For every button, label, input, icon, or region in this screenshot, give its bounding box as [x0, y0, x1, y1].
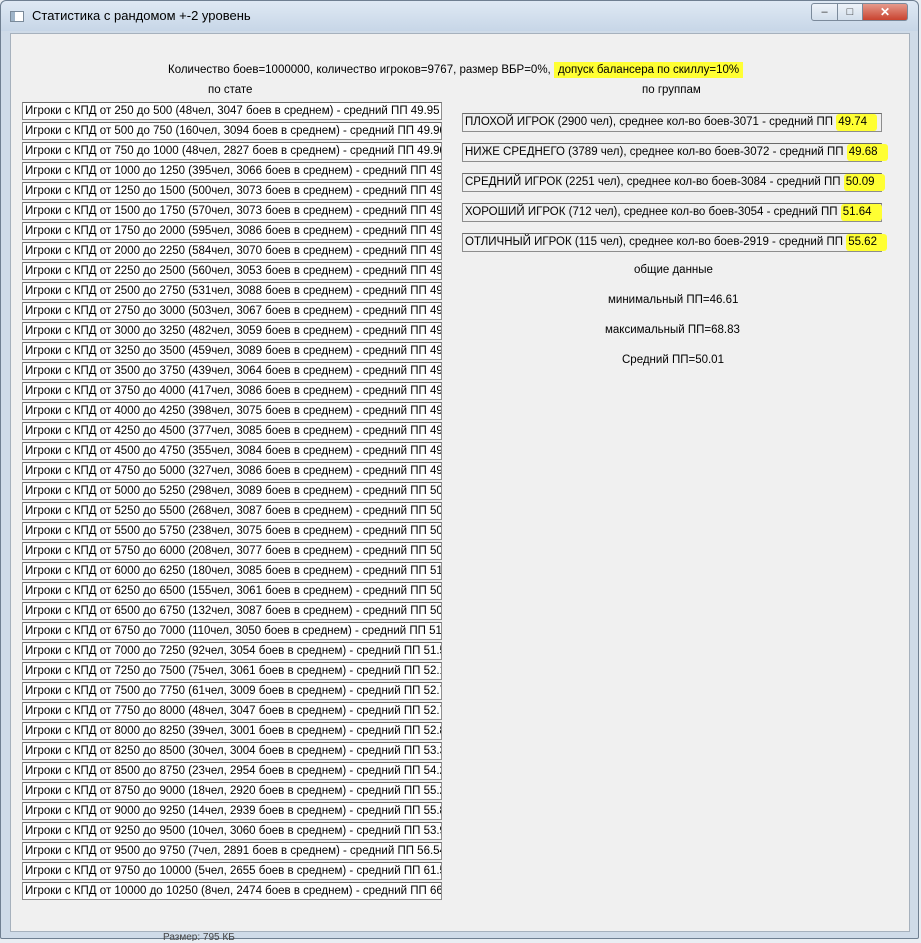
stats-row: Игроки с КПД от 6000 до 6250 (180чел, 30… [22, 562, 442, 580]
stats-row: Игроки с КПД от 750 до 1000 (48чел, 2827… [22, 142, 442, 160]
group-row: НИЖЕ СРЕДНЕГО (3789 чел), среднее кол-во… [462, 143, 888, 162]
stats-row: Игроки с КПД от 8750 до 9000 (18чел, 292… [22, 782, 442, 800]
background-file-size-text: Размер: 795 КБ [163, 932, 235, 941]
group-pp-value: 49.74 [836, 114, 877, 131]
stats-row: Игроки с КПД от 2250 до 2500 (560чел, 30… [22, 262, 442, 280]
left-column-label: по стате [208, 84, 253, 96]
stats-row: Игроки с КПД от 250 до 500 (48чел, 3047 … [22, 102, 442, 120]
group-text: ПЛОХОЙ ИГРОК (2900 чел), среднее кол-во … [465, 116, 837, 128]
stats-row: Игроки с КПД от 4250 до 4500 (377чел, 30… [22, 422, 442, 440]
stats-row: Игроки с КПД от 7000 до 7250 (92чел, 305… [22, 642, 442, 660]
window-app-icon [10, 11, 24, 22]
stats-row: Игроки с КПД от 4500 до 4750 (355чел, 30… [22, 442, 442, 460]
group-row: ПЛОХОЙ ИГРОК (2900 чел), среднее кол-во … [462, 113, 882, 132]
general-title: общие данные [634, 264, 713, 276]
stats-row: Игроки с КПД от 1750 до 2000 (595чел, 30… [22, 222, 442, 240]
stats-row: Игроки с КПД от 9250 до 9500 (10чел, 306… [22, 822, 442, 840]
group-text: НИЖЕ СРЕДНЕГО (3789 чел), среднее кол-во… [465, 146, 847, 158]
group-text: ОТЛИЧНЫЙ ИГРОК (115 чел), среднее кол-во… [465, 236, 847, 248]
stats-row: Игроки с КПД от 7750 до 8000 (48чел, 304… [22, 702, 442, 720]
group-pp-value: 49.68 [846, 144, 888, 161]
summary-line: Количество боев=1000000, количество игро… [168, 62, 744, 78]
stats-row: Игроки с КПД от 9500 до 9750 (7чел, 2891… [22, 842, 442, 860]
stats-row: Игроки с КПД от 5250 до 5500 (268чел, 30… [22, 502, 442, 520]
stats-row: Игроки с КПД от 1500 до 1750 (570чел, 30… [22, 202, 442, 220]
stats-row: Игроки с КПД от 9750 до 10000 (5чел, 265… [22, 862, 442, 880]
group-row: ХОРОШИЙ ИГРОК (712 чел), среднее кол-во … [462, 203, 882, 222]
group-row: ОТЛИЧНЫЙ ИГРОК (115 чел), среднее кол-во… [462, 233, 887, 252]
stats-row: Игроки с КПД от 1250 до 1500 (500чел, 30… [22, 182, 442, 200]
stats-row: Игроки с КПД от 5500 до 5750 (238чел, 30… [22, 522, 442, 540]
stats-row: Игроки с КПД от 6500 до 6750 (132чел, 30… [22, 602, 442, 620]
stats-row: Игроки с КПД от 2000 до 2250 (584чел, 30… [22, 242, 442, 260]
stats-row: Игроки с КПД от 9000 до 9250 (14чел, 293… [22, 802, 442, 820]
min-pp-label: минимальный ПП=46.61 [608, 294, 739, 306]
stats-row: Игроки с КПД от 10000 до 10250 (8чел, 24… [22, 882, 442, 900]
group-text: ХОРОШИЙ ИГРОК (712 чел), среднее кол-во … [465, 206, 841, 218]
app-window: Статистика с рандомом +-2 уровень – □ ✕ … [0, 0, 919, 939]
group-pp-value: 50.09 [843, 174, 885, 191]
stats-row: Игроки с КПД от 5000 до 5250 (298чел, 30… [22, 482, 442, 500]
group-pp-value: 55.62 [846, 234, 887, 251]
stats-row: Игроки с КПД от 7500 до 7750 (61чел, 300… [22, 682, 442, 700]
stats-row: Игроки с КПД от 1000 до 1250 (395чел, 30… [22, 162, 442, 180]
stats-row: Игроки с КПД от 2500 до 2750 (531чел, 30… [22, 282, 442, 300]
stats-row: Игроки с КПД от 4000 до 4250 (398чел, 30… [22, 402, 442, 420]
group-text: СРЕДНИЙ ИГРОК (2251 чел), среднее кол-во… [465, 176, 844, 188]
stats-row: Игроки с КПД от 6750 до 7000 (110чел, 30… [22, 622, 442, 640]
stats-row: Игроки с КПД от 6250 до 6500 (155чел, 30… [22, 582, 442, 600]
close-button[interactable]: ✕ [862, 3, 908, 21]
window-title: Статистика с рандомом +-2 уровень [32, 8, 251, 23]
stats-row: Игроки с КПД от 8000 до 8250 (39чел, 300… [22, 722, 442, 740]
group-pp-value: 51.64 [840, 204, 882, 221]
stats-row: Игроки с КПД от 3500 до 3750 (439чел, 30… [22, 362, 442, 380]
stats-row: Игроки с КПД от 500 до 750 (160чел, 3094… [22, 122, 442, 140]
stats-row: Игроки с КПД от 7250 до 7500 (75чел, 306… [22, 662, 442, 680]
stats-row: Игроки с КПД от 2750 до 3000 (503чел, 30… [22, 302, 442, 320]
stats-row: Игроки с КПД от 5750 до 6000 (208чел, 30… [22, 542, 442, 560]
minimize-button[interactable]: – [811, 3, 838, 21]
stats-row: Игроки с КПД от 8250 до 8500 (30чел, 300… [22, 742, 442, 760]
window-client-area: Количество боев=1000000, количество игро… [10, 33, 910, 932]
stats-row: Игроки с КПД от 8500 до 8750 (23чел, 295… [22, 762, 442, 780]
max-pp-label: максимальный ПП=68.83 [605, 324, 740, 336]
stats-row: Игроки с КПД от 3250 до 3500 (459чел, 30… [22, 342, 442, 360]
title-bar[interactable]: Статистика с рандомом +-2 уровень – □ ✕ [1, 1, 918, 31]
summary-text: Количество боев=1000000, количество игро… [168, 64, 554, 76]
group-row: СРЕДНИЙ ИГРОК (2251 чел), среднее кол-во… [462, 173, 885, 192]
stats-row: Игроки с КПД от 4750 до 5000 (327чел, 30… [22, 462, 442, 480]
balancer-highlight: допуск балансера по скиллу=10% [553, 62, 744, 78]
maximize-button[interactable]: □ [837, 3, 863, 21]
avg-pp-label: Средний ПП=50.01 [622, 354, 724, 366]
stats-row: Игроки с КПД от 3750 до 4000 (417чел, 30… [22, 382, 442, 400]
right-column-label: по группам [642, 84, 701, 96]
stats-row: Игроки с КПД от 3000 до 3250 (482чел, 30… [22, 322, 442, 340]
